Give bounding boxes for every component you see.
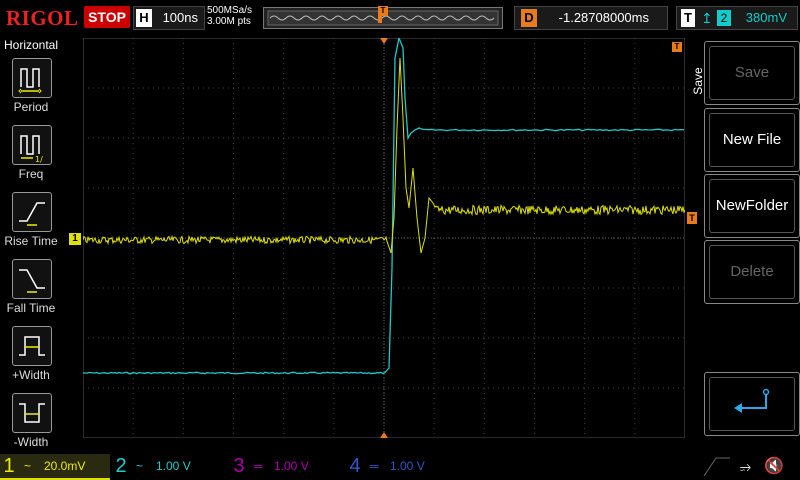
- measure-positive-width-label: +Width: [12, 368, 50, 382]
- measure-rise-time-label: Rise Time: [4, 234, 58, 248]
- measure-rise-time[interactable]: Rise Time: [0, 192, 62, 258]
- new-folder-button-label: NewFolder: [709, 179, 795, 233]
- run-stop-indicator[interactable]: STOP: [84, 6, 130, 28]
- return-button[interactable]: [704, 372, 800, 436]
- save-menu-panel: Save Save New File NewFolder Delete: [686, 38, 800, 438]
- measure-negative-width[interactable]: -Width: [0, 393, 62, 459]
- fall-time-icon: [12, 259, 52, 299]
- trigger-level: 380mV: [745, 10, 787, 25]
- measure-fall-time-label: Fall Time: [6, 301, 56, 315]
- brand-logo: RIGOL: [6, 6, 79, 30]
- new-folder-button[interactable]: NewFolder: [704, 174, 800, 238]
- horizontal-label: H: [136, 9, 152, 27]
- channel-1-status[interactable]: 1 ~ 20.0mV: [0, 454, 110, 480]
- save-menu-tab: Save: [688, 38, 705, 138]
- top-status-bar: RIGOL STOP H 100ns 500MSa/s 3.00M pts T …: [0, 0, 800, 36]
- channel-4-status[interactable]: 4 ═ 1.00 V: [346, 454, 458, 478]
- memory-overview-bar[interactable]: T: [263, 6, 503, 29]
- measure-period-label: Period: [13, 100, 49, 114]
- rising-edge-icon: ↥: [701, 10, 713, 26]
- timebase-value: 100ns: [162, 10, 198, 25]
- channel-1-coupling: ~: [24, 459, 32, 473]
- return-arrow-icon: [734, 388, 770, 413]
- channel-status-bar: 1 ~ 20.0mV 2 ~ 1.00 V 3 ═ 1.00 V 4 ═ 1.0…: [0, 452, 800, 480]
- trigger-level-top-marker: T: [672, 42, 682, 52]
- horizontal-delay[interactable]: D -1.28708000ms: [514, 6, 668, 30]
- channel-3-status[interactable]: 3 ═ 1.00 V: [230, 454, 342, 478]
- channel-2-scale: 1.00 V: [156, 459, 191, 473]
- positive-width-icon: [12, 326, 52, 366]
- measurement-panel: Horizontal Period 1/ Freq Rise Time Fall…: [0, 38, 62, 452]
- sample-rate: 500MSa/s: [207, 5, 253, 16]
- svg-text:1/: 1/: [35, 155, 43, 164]
- rise-time-icon: [12, 192, 52, 232]
- save-button-label: Save: [709, 46, 795, 100]
- measure-positive-width[interactable]: +Width: [0, 326, 62, 392]
- channel-3-scale: 1.00 V: [274, 459, 309, 473]
- measure-frequency-label: Freq: [18, 167, 44, 181]
- frequency-icon: 1/: [12, 125, 52, 165]
- save-button[interactable]: Save: [704, 41, 800, 105]
- period-icon: [12, 58, 52, 98]
- channel-3-coupling: ═: [254, 459, 263, 473]
- channel-1-number: 1: [3, 455, 15, 477]
- channel-4-number: 4: [349, 455, 361, 477]
- negative-width-icon: [12, 393, 52, 433]
- usb-icon: ⭌: [740, 458, 752, 474]
- measure-period[interactable]: Period: [0, 58, 62, 124]
- save-menu-title: Save: [691, 67, 705, 95]
- measure-negative-width-label: -Width: [13, 435, 49, 449]
- delete-button-label: Delete: [709, 245, 795, 299]
- measure-frequency[interactable]: 1/ Freq: [0, 125, 62, 191]
- channel-4-scale: 1.00 V: [390, 459, 425, 473]
- channel-1-scale: 20.0mV: [44, 459, 86, 473]
- memory-depth: 3.00M pts: [207, 16, 251, 27]
- sound-wave-icon: [703, 457, 730, 477]
- measurement-panel-title: Horizontal: [3, 38, 59, 52]
- channel-1-offset-marker[interactable]: 1: [69, 233, 81, 245]
- horizontal-timebase[interactable]: H 100ns: [133, 6, 205, 30]
- trigger-source: 2: [717, 10, 731, 26]
- delete-button[interactable]: Delete: [704, 240, 800, 304]
- channel-2-status[interactable]: 2 ~ 1.00 V: [112, 454, 222, 478]
- trigger-settings[interactable]: T ↥ 2 380mV: [676, 6, 798, 30]
- delay-label: D: [521, 9, 537, 27]
- waveform-display[interactable]: [83, 38, 685, 438]
- new-file-button-label: New File: [709, 113, 795, 167]
- new-file-button[interactable]: New File: [704, 108, 800, 172]
- trigger-label: T: [681, 9, 695, 27]
- acquisition-info: 500MSa/s 3.00M pts: [207, 5, 252, 27]
- channel-4-coupling: ═: [370, 459, 379, 473]
- trigger-position-marker: T: [378, 6, 388, 16]
- channel-2-coupling: ~: [136, 459, 144, 473]
- channel-3-number: 3: [233, 455, 245, 477]
- speaker-muted-icon[interactable]: 🔇: [764, 456, 784, 476]
- measure-fall-time[interactable]: Fall Time: [0, 259, 62, 325]
- delay-value: -1.28708000ms: [558, 10, 649, 25]
- channel-2-number: 2: [115, 455, 127, 477]
